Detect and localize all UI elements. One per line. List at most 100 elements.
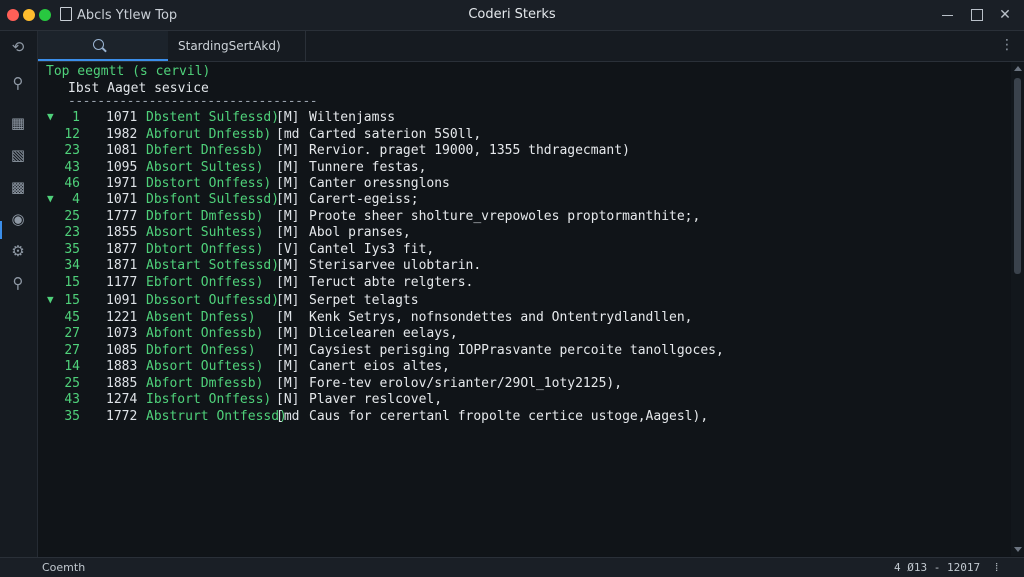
command-line: Top eegmtt (s cervil)	[46, 64, 211, 79]
activity-bar: ⟲ ⚲ ▦ ▧ ▩ ◉ ⚙ ⚲	[0, 31, 38, 557]
process-row[interactable]: 27 1085 Dbfort Onfess) [M] Caysiest perisgin…	[38, 343, 1010, 360]
row-number: 1971	[106, 176, 138, 191]
process-row[interactable]: 27 1073 Abfont Onfessb) [M] Dlicelearen eela…	[38, 326, 1010, 343]
row-caret-icon[interactable]: ▼	[47, 293, 54, 306]
row-message: Teruct abte relgters.	[309, 274, 474, 290]
row-id: 43	[64, 159, 80, 175]
status-bar: Coemth 4 Ø13 - 12017 ⁞	[0, 557, 1024, 577]
process-row[interactable]: 35 1772 Abstrurt Ontfessd) [md Caus for cere…	[38, 409, 1010, 426]
row-status: Ebfort Onffess)	[146, 274, 264, 290]
debug-icon[interactable]: ▧	[8, 145, 28, 165]
row-flag: [M]	[276, 208, 300, 224]
status-left[interactable]: Coemth	[42, 558, 85, 577]
row-message: Caysiest perisging IOPPrasvante percoite…	[309, 342, 724, 358]
max-icon[interactable]	[966, 5, 988, 25]
row-status: Abfont Onfessb)	[146, 326, 264, 341]
row-status: Absort Sultess)	[146, 159, 264, 175]
row-id: 43	[64, 392, 80, 407]
process-row[interactable]: 15 1177 Ebfort Onffess) [M] Teruct abte relg…	[38, 275, 1010, 292]
row-message: Tunnere festas,	[309, 159, 427, 175]
row-id: 25	[64, 208, 80, 224]
process-row[interactable]: 23 1855 Absort Suhtess) [M] Abol pranses,	[38, 225, 1010, 242]
row-flag: [M]	[276, 342, 300, 358]
more-icon[interactable]: ⋮	[1000, 37, 1014, 53]
settings-icon[interactable]: ⚙	[8, 241, 28, 261]
process-row[interactable]: 25 1885 Abfort Dmfessb) [M] Fore-tev erolov/…	[38, 376, 1010, 393]
row-flag: [M]	[276, 110, 300, 125]
row-flag: [M]	[276, 143, 300, 158]
row-status: Absort Suhtess)	[146, 225, 264, 240]
row-status: Dbstent Sulfessd)	[146, 110, 280, 125]
process-row[interactable]: 45 1221 Absent Dnfess) [M Kenk Setrys, nofns…	[38, 310, 1010, 327]
process-group: ▼ 1 1071 Dbstent Sulfessd) [M] Wiltenjamss 12 1…	[38, 110, 1010, 193]
row-number: 1073	[106, 326, 138, 341]
row-number: 1855	[106, 225, 138, 240]
explorer-icon[interactable]: ⟲	[8, 37, 28, 57]
row-caret-icon[interactable]: ▼	[47, 192, 54, 205]
row-number: 1274	[106, 392, 138, 407]
min-icon[interactable]	[936, 5, 958, 25]
row-status: Dbfort Onfess)	[146, 342, 256, 358]
row-message: Canter oressnglons	[309, 176, 450, 191]
search-side-icon[interactable]: ⚲	[8, 73, 28, 93]
process-group: ▼ 4 1071 Dbsfont Sulfessd) [M] Carert-egeiss;…	[38, 192, 1010, 291]
process-row[interactable]: ▼ 4 1071 Dbsfont Sulfessd) [M] Carert-egeiss;	[38, 192, 1010, 209]
row-message: Cantel Iys3 fit,	[309, 241, 435, 257]
close-icon[interactable]: ✕	[994, 5, 1016, 25]
process-row[interactable]: 14 1883 Absort Ouftess) [M] Canert eios alte…	[38, 359, 1010, 376]
row-number: 1885	[106, 375, 138, 391]
process-row[interactable]: 46 1971 Dbstort Onffess) [M] Canter oressngl…	[38, 176, 1010, 193]
vertical-scrollbar[interactable]	[1011, 62, 1024, 556]
scroll-down-icon[interactable]	[1014, 547, 1022, 552]
row-message: Abol pranses,	[309, 225, 411, 240]
scroll-thumb[interactable]	[1014, 78, 1021, 274]
row-status: Abforut Dnfessb)	[146, 126, 272, 142]
window-title: Coderi Sterks	[468, 7, 556, 22]
process-row[interactable]: 34 1871 Abstart Sotfessd) [M] Sterisarvee ul…	[38, 258, 1010, 275]
extensions-icon[interactable]: ▩	[8, 177, 28, 197]
row-status: Dbssort Ouffessd)	[146, 293, 280, 308]
row-flag: [M]	[276, 326, 300, 341]
row-flag: [md	[276, 126, 300, 142]
tab-file[interactable]: StardingSertAkd)	[170, 31, 306, 61]
row-flag: [V]	[276, 241, 300, 257]
row-status: Dbfert Dnfessb)	[146, 143, 264, 158]
row-number: 1071	[106, 110, 138, 125]
remote-icon[interactable]: ◉	[8, 209, 28, 229]
row-status: Abstrurt Ontfessd)	[146, 408, 287, 424]
row-message: Sterisarvee ulobtarin.	[309, 258, 482, 273]
row-id: 1	[72, 110, 80, 125]
row-id: 27	[64, 326, 80, 341]
terminal-panel[interactable]: Top eegmtt (s cervil) Ibst Aaget sesvice…	[38, 62, 1010, 556]
row-message: Fore-tev erolov/srianter/29Ol_1oty2125),	[309, 375, 623, 391]
row-message: Rervior. praget 19000, 1355 thdragecmant…	[309, 143, 630, 158]
row-id: 15	[64, 293, 80, 308]
process-row[interactable]: 23 1081 Dbfert Dnfessb) [M] Rervior. praget …	[38, 143, 1010, 160]
row-number: 1177	[106, 274, 138, 290]
row-status: Abstart Sotfessd)	[146, 258, 280, 273]
row-status: Dbsfont Sulfessd)	[146, 192, 280, 207]
row-flag: [N]	[276, 392, 300, 407]
status-right[interactable]: 4 Ø13 - 12017 ⁞	[894, 558, 1000, 577]
process-row[interactable]: ▼ 1 1071 Dbstent Sulfessd) [M] Wiltenjamss	[38, 110, 1010, 127]
process-row[interactable]: ▼ 15 1091 Dbssort Ouffessd) [M] Serpet telagt…	[38, 293, 1010, 310]
row-message: Carted saterion 5S0ll,	[309, 126, 482, 142]
scm-icon[interactable]: ▦	[8, 113, 28, 133]
row-message: Dlicelearen eelays,	[309, 326, 458, 341]
scroll-up-icon[interactable]	[1014, 66, 1022, 71]
process-row[interactable]: 43 1274 Ibsfort Onffess) [N] Plaver reslcove…	[38, 392, 1010, 409]
row-caret-icon[interactable]: ▼	[47, 110, 54, 123]
row-number: 1085	[106, 342, 138, 358]
row-number: 1772	[106, 408, 138, 424]
process-row[interactable]: 25 1777 Dbfort Dmfessb) [M] Proote sheer sho…	[38, 209, 1010, 226]
account-icon[interactable]: ⚲	[8, 273, 28, 293]
row-id: 23	[64, 143, 80, 158]
process-row[interactable]: 35 1877 Dbtort Onffess) [V] Cantel Iys3 fit,	[38, 242, 1010, 259]
tab-search[interactable]	[38, 31, 168, 61]
row-flag: [M]	[276, 176, 300, 191]
tab-bar: StardingSertAkd) ⋮	[38, 31, 1024, 62]
row-number: 1982	[106, 126, 138, 142]
row-number: 1877	[106, 241, 138, 257]
process-row[interactable]: 43 1095 Absort Sultess) [M] Tunnere festas,	[38, 160, 1010, 177]
process-row[interactable]: 12 1982 Abforut Dnfessb) [md Carted saterion…	[38, 127, 1010, 144]
